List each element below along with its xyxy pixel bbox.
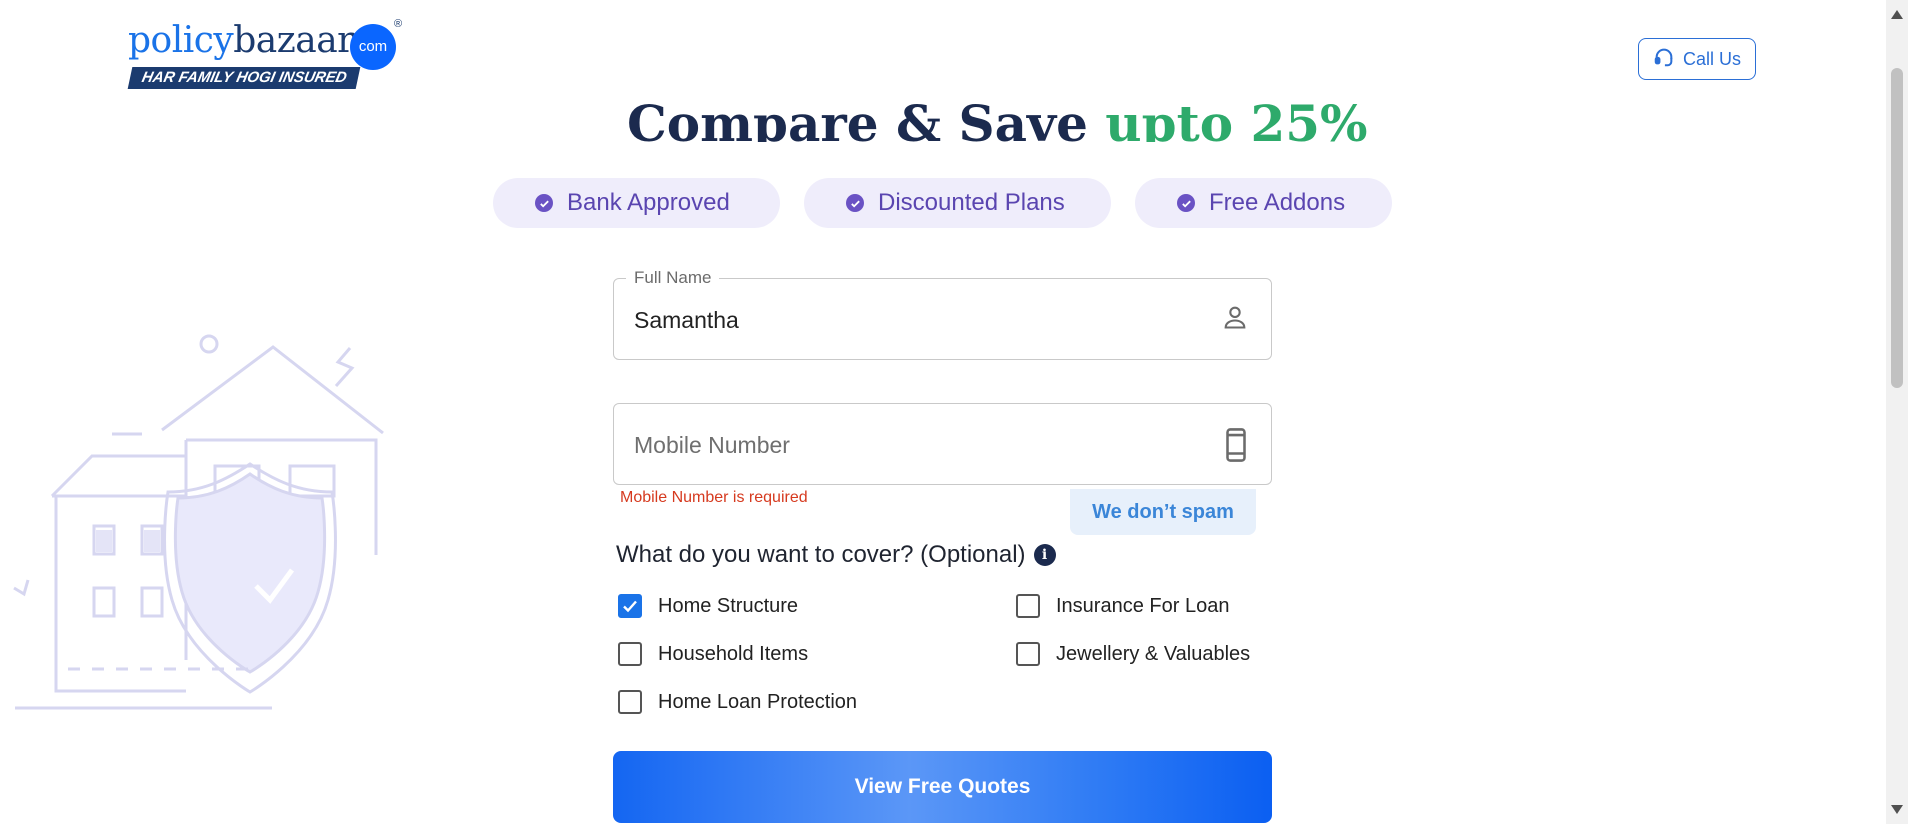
full-name-value[interactable]: Samantha — [634, 307, 739, 334]
coverage-question: What do you want to cover? (Optional) i — [616, 541, 1056, 569]
policybazaar-logo[interactable]: policybazaar com ® HAR FAMILY HOGI INSUR… — [127, 18, 402, 92]
house-shield-illustration — [12, 330, 412, 721]
no-spam-note: We don’t spam — [1070, 489, 1256, 535]
badge-discounted-plans: Discounted Plans — [804, 178, 1111, 228]
checkbox-checked[interactable] — [618, 594, 642, 618]
checkbox[interactable] — [618, 690, 642, 714]
option-home-structure[interactable]: Home Structure — [618, 594, 798, 618]
mobile-number-field[interactable]: Mobile Number — [613, 403, 1272, 485]
option-jewellery-valuables[interactable]: Jewellery & Valuables — [1016, 642, 1250, 666]
page-scrollbar[interactable] — [1886, 0, 1908, 824]
mobile-error-message: Mobile Number is required — [620, 489, 808, 506]
smartphone-icon — [1223, 428, 1249, 467]
checkbox[interactable] — [618, 642, 642, 666]
full-name-label: Full Name — [626, 268, 720, 288]
option-household-items[interactable]: Household Items — [618, 642, 808, 666]
headset-icon — [1653, 46, 1675, 73]
scroll-up-arrow-icon[interactable] — [1891, 10, 1903, 19]
checkbox[interactable] — [1016, 642, 1040, 666]
check-circle-icon — [846, 194, 864, 212]
logo-registered-mark: ® — [394, 18, 403, 30]
check-circle-icon — [535, 194, 553, 212]
logo-com-badge: com — [350, 24, 396, 70]
full-name-field[interactable]: Full Name Samantha — [613, 268, 1272, 360]
checkbox[interactable] — [1016, 594, 1040, 618]
page-headline: Compare & Save upto 25% — [627, 94, 1368, 142]
badge-free-addons: Free Addons — [1135, 178, 1392, 228]
scrollbar-thumb[interactable] — [1891, 68, 1903, 388]
person-icon — [1221, 303, 1249, 336]
option-home-loan-protection[interactable]: Home Loan Protection — [618, 690, 857, 714]
option-insurance-for-loan[interactable]: Insurance For Loan — [1016, 594, 1229, 618]
badge-bank-approved: Bank Approved — [493, 178, 780, 228]
mobile-number-placeholder[interactable]: Mobile Number — [634, 432, 790, 459]
call-us-label: Call Us — [1682, 48, 1741, 69]
logo-wordmark: policybazaar — [128, 20, 354, 61]
view-free-quotes-button[interactable]: View Free Quotes — [613, 751, 1272, 823]
scroll-down-arrow-icon[interactable] — [1891, 805, 1903, 814]
check-circle-icon — [1177, 194, 1195, 212]
info-icon[interactable]: i — [1033, 544, 1056, 566]
call-us-button[interactable]: Call Us — [1638, 38, 1756, 80]
